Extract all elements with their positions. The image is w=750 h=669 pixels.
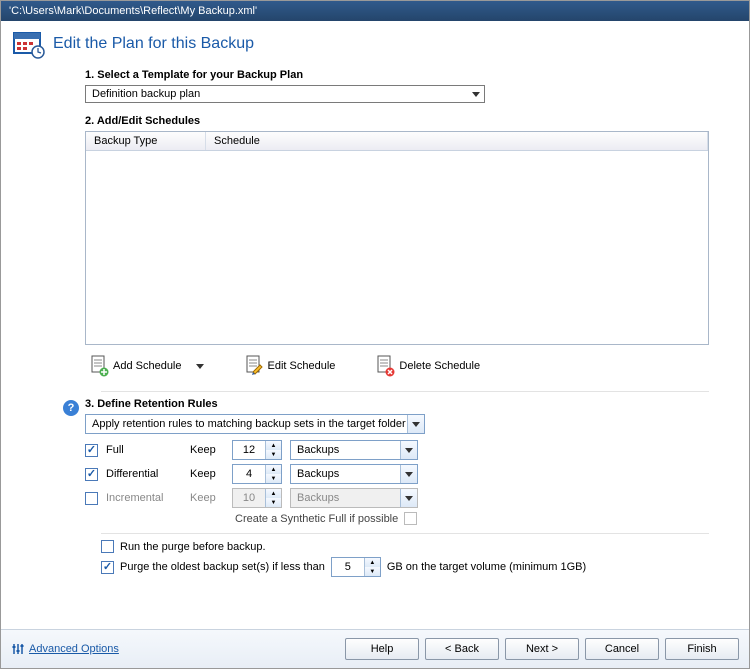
spin-up-icon[interactable]: ▲ — [365, 558, 380, 567]
spin-down-icon[interactable]: ▼ — [266, 450, 281, 459]
purge-oldest-label: Purge the oldest backup set(s) if less t… — [120, 561, 325, 573]
keep-label: Keep — [190, 468, 224, 480]
incremental-unit-value: Backups — [297, 492, 339, 504]
run-purge-before-label: Run the purge before backup. — [120, 541, 266, 553]
incremental-unit-select: Backups — [290, 488, 418, 508]
spin-down-icon[interactable]: ▼ — [365, 567, 380, 576]
col-backup-type[interactable]: Backup Type — [86, 132, 206, 150]
purge-oldest-checkbox[interactable] — [101, 561, 114, 574]
incremental-label: Incremental — [106, 492, 182, 504]
keep-label: Keep — [190, 492, 224, 504]
edit-schedule-button[interactable]: Edit Schedule — [244, 355, 336, 377]
finish-button[interactable]: Finish — [665, 638, 739, 660]
retention-scope-select[interactable]: Apply retention rules to matching backup… — [85, 414, 425, 434]
keep-label: Keep — [190, 444, 224, 456]
page-title: Edit the Plan for this Backup — [53, 35, 254, 53]
schedules-grid[interactable]: Backup Type Schedule — [85, 131, 709, 345]
chevron-down-icon[interactable] — [196, 364, 204, 369]
cancel-button[interactable]: Cancel — [585, 638, 659, 660]
spin-down-icon: ▼ — [266, 498, 281, 507]
spin-up-icon: ▲ — [266, 489, 281, 498]
differential-unit-select[interactable]: Backups — [290, 464, 418, 484]
help-button[interactable]: Help — [345, 638, 419, 660]
chevron-down-icon — [400, 465, 417, 483]
template-select-value: Definition backup plan — [92, 88, 200, 100]
col-schedule[interactable]: Schedule — [206, 132, 708, 150]
template-select[interactable]: Definition backup plan — [85, 85, 485, 103]
incremental-checkbox[interactable] — [85, 492, 98, 505]
step3-label: 3. Define Retention Rules — [85, 398, 737, 410]
purge-gb-input[interactable] — [332, 558, 364, 576]
differential-label: Differential — [106, 468, 182, 480]
edit-schedule-icon — [244, 355, 264, 377]
full-label: Full — [106, 444, 182, 456]
sliders-icon — [11, 642, 25, 656]
delete-schedule-icon — [375, 355, 395, 377]
delete-schedule-button[interactable]: Delete Schedule — [375, 355, 480, 377]
synthetic-label: Create a Synthetic Full if possible — [235, 513, 398, 525]
chevron-down-icon — [407, 415, 424, 433]
chevron-down-icon — [400, 489, 417, 507]
help-icon[interactable]: ? — [63, 400, 79, 416]
incremental-count-spinner: ▲▼ — [232, 488, 282, 508]
retention-scope-value: Apply retention rules to matching backup… — [92, 418, 406, 430]
chevron-down-icon — [472, 88, 480, 100]
full-count-input[interactable] — [233, 441, 265, 459]
differential-checkbox[interactable] — [85, 468, 98, 481]
next-button[interactable]: Next > — [505, 638, 579, 660]
purge-gb-suffix: GB on the target volume (minimum 1GB) — [387, 561, 586, 573]
back-button[interactable]: < Back — [425, 638, 499, 660]
add-schedule-button[interactable]: Add Schedule — [89, 355, 204, 377]
add-schedule-label: Add Schedule — [113, 360, 182, 372]
incremental-count-input — [233, 489, 265, 507]
window-title: 'C:\Users\Mark\Documents\Reflect\My Back… — [9, 5, 257, 17]
window-titlebar: 'C:\Users\Mark\Documents\Reflect\My Back… — [1, 1, 749, 21]
purge-gb-spinner[interactable]: ▲▼ — [331, 557, 381, 577]
step2-label: 2. Add/Edit Schedules — [85, 115, 709, 127]
edit-schedule-label: Edit Schedule — [268, 360, 336, 372]
full-checkbox[interactable] — [85, 444, 98, 457]
add-schedule-icon — [89, 355, 109, 377]
full-unit-select[interactable]: Backups — [290, 440, 418, 460]
differential-count-input[interactable] — [233, 465, 265, 483]
full-unit-value: Backups — [297, 444, 339, 456]
synthetic-checkbox — [404, 512, 417, 525]
spin-down-icon[interactable]: ▼ — [266, 474, 281, 483]
advanced-options-label: Advanced Options — [29, 643, 119, 655]
chevron-down-icon — [400, 441, 417, 459]
advanced-options-link[interactable]: Advanced Options — [11, 642, 119, 656]
full-count-spinner[interactable]: ▲▼ — [232, 440, 282, 460]
spin-up-icon[interactable]: ▲ — [266, 465, 281, 474]
step1-label: 1. Select a Template for your Backup Pla… — [85, 69, 709, 81]
delete-schedule-label: Delete Schedule — [399, 360, 480, 372]
spin-up-icon[interactable]: ▲ — [266, 441, 281, 450]
differential-count-spinner[interactable]: ▲▼ — [232, 464, 282, 484]
calendar-clock-icon — [13, 29, 45, 59]
differential-unit-value: Backups — [297, 468, 339, 480]
run-purge-before-checkbox[interactable] — [101, 540, 114, 553]
